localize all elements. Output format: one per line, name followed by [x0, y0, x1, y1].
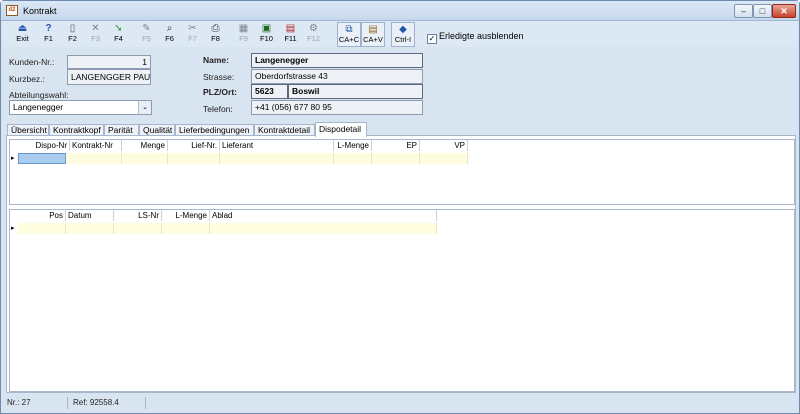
- customer-header: Kunden-Nr.: 1 Kurzbez.: LANGENGGER PAUL …: [5, 49, 797, 121]
- status-nr: Nr.: 27: [7, 398, 31, 407]
- f12-button[interactable]: ⚙ F12: [303, 22, 324, 47]
- toolbar: ⏏ Exit ? F1 ▯ F2 ✕ F3 ➘ F4 ✎ F5 ⌕ F6 ✂ F: [3, 21, 797, 47]
- status-separator: [67, 397, 68, 409]
- title-bar[interactable]: d2 Kontrakt – □ ✕: [1, 1, 799, 21]
- col-vp[interactable]: VP: [420, 140, 468, 151]
- kontrakt-nr-cell[interactable]: [66, 153, 122, 164]
- calendar-icon: ▤: [285, 23, 296, 34]
- kunden-nr-label: Kunden-Nr.:: [9, 57, 55, 67]
- dispodetail-panel: Dispo-Nr Kontrakt-Nr Menge Lief-Nr. Lief…: [6, 135, 796, 393]
- save-icon: ▣: [261, 23, 272, 34]
- kurzbez-field[interactable]: LANGENGGER PAUL: [67, 69, 151, 85]
- name-label: Name:: [203, 55, 229, 65]
- col-datum[interactable]: Datum: [66, 210, 114, 221]
- ablad-cell[interactable]: [210, 223, 437, 234]
- copy-button[interactable]: ⧉ CA+C: [337, 22, 361, 47]
- hide-done-checkbox[interactable]: ✓: [427, 34, 437, 44]
- f10-button[interactable]: ▣ F10: [256, 22, 277, 47]
- lieferant-cell[interactable]: [220, 153, 334, 164]
- exit-icon: ⏏: [17, 23, 28, 34]
- pos-cell[interactable]: [18, 223, 66, 234]
- abteilung-value: Langenegger: [13, 102, 64, 112]
- f11-button[interactable]: ▤ F11: [280, 22, 301, 47]
- abteilung-label: Abteilungswahl:: [9, 90, 69, 100]
- maximize-button[interactable]: □: [753, 4, 772, 18]
- row-pointer-icon: ▸: [11, 225, 15, 232]
- f7-button[interactable]: ✂ F7: [182, 22, 203, 47]
- col-ep[interactable]: EP: [372, 140, 420, 151]
- ep-cell[interactable]: [372, 153, 420, 164]
- window-title: Kontrakt: [23, 6, 57, 16]
- f9-button[interactable]: ▦ F9: [233, 22, 254, 47]
- f4-button[interactable]: ➘ F4: [108, 22, 129, 47]
- filter-icon: ▦: [238, 23, 249, 34]
- position-grid[interactable]: Pos Datum LS-Nr L-Menge Ablad ▸: [9, 209, 795, 392]
- edit-icon: ✎: [142, 23, 151, 34]
- f3-button[interactable]: ✕ F3: [85, 22, 106, 47]
- col-dispo-nr[interactable]: Dispo-Nr: [18, 140, 70, 151]
- app-icon: d2: [6, 5, 18, 16]
- col-ablad[interactable]: Ablad: [210, 210, 437, 221]
- col-lieferant[interactable]: Lieferant: [220, 140, 334, 151]
- close-button[interactable]: ✕: [772, 4, 796, 18]
- l-menge-cell[interactable]: [334, 153, 372, 164]
- strasse-field[interactable]: Oberdorfstrasse 43: [251, 69, 423, 84]
- telefon-field[interactable]: +41 (056) 677 80 95: [251, 100, 423, 115]
- exit-button[interactable]: ⏏ Exit: [12, 22, 33, 47]
- ort-field[interactable]: Boswil: [288, 84, 423, 99]
- menge-cell[interactable]: [122, 153, 168, 164]
- help-icon: ?: [45, 23, 52, 34]
- col-menge[interactable]: Menge: [122, 140, 168, 151]
- print-icon: ⎙: [211, 23, 220, 34]
- kurzbez-label: Kurzbez.:: [9, 74, 45, 84]
- kunden-nr-field[interactable]: 1: [67, 55, 151, 69]
- dispo-grid[interactable]: Dispo-Nr Kontrakt-Nr Menge Lief-Nr. Lief…: [9, 139, 795, 205]
- copy-icon: ⧉: [345, 24, 353, 35]
- f5-button[interactable]: ✎ F5: [136, 22, 157, 47]
- plz-field[interactable]: 5623: [251, 84, 288, 99]
- l-menge-pos-cell[interactable]: [162, 223, 210, 234]
- f2-button[interactable]: ▯ F2: [62, 22, 83, 47]
- tools-icon: ✂: [188, 23, 197, 34]
- plz-ort-label: PLZ/Ort:: [203, 87, 237, 97]
- delete-icon: ✕: [91, 23, 100, 34]
- lief-nr-cell[interactable]: [168, 153, 220, 164]
- paste-button[interactable]: ▤ CA+V: [361, 22, 385, 47]
- status-bar: Nr.: 27 Ref: 92558.4: [3, 394, 797, 412]
- col-kontrakt-nr[interactable]: Kontrakt-Nr: [70, 140, 122, 151]
- status-separator: [145, 397, 146, 409]
- search-icon: ⌕: [166, 23, 173, 34]
- col-l-menge[interactable]: L-Menge: [334, 140, 372, 151]
- col-ls-nr[interactable]: LS-Nr: [114, 210, 162, 221]
- info-button[interactable]: ◆ Ctrl-I: [391, 22, 415, 47]
- col-l-menge-pos[interactable]: L-Menge: [162, 210, 210, 221]
- status-ref: Ref: 92558.4: [73, 398, 119, 407]
- hide-done-label: Erledigte ausblenden: [439, 31, 524, 41]
- col-lief-nr[interactable]: Lief-Nr.: [168, 140, 220, 151]
- ls-nr-cell[interactable]: [114, 223, 162, 234]
- vp-cell[interactable]: [420, 153, 468, 164]
- dispo-nr-cell[interactable]: [18, 153, 66, 164]
- abteilung-select[interactable]: Langenegger ⌄: [9, 100, 152, 115]
- settings-icon: ⚙: [309, 23, 318, 34]
- kontrakt-window: d2 Kontrakt – □ ✕ ⏏ Exit ? F1 ▯ F2 ✕ F3 …: [0, 0, 800, 414]
- strasse-label: Strasse:: [203, 72, 235, 82]
- paste-icon: ▤: [368, 24, 378, 35]
- back-arrow-icon: ➘: [114, 23, 123, 34]
- col-pos[interactable]: Pos: [18, 210, 66, 221]
- info-icon: ◆: [399, 24, 407, 35]
- f6-button[interactable]: ⌕ F6: [159, 22, 180, 47]
- hide-done-option[interactable]: ✓ Erledigte ausblenden: [427, 31, 524, 44]
- tab-dispodetail[interactable]: Dispodetail: [315, 122, 367, 137]
- minimize-button[interactable]: –: [734, 4, 753, 18]
- datum-cell[interactable]: [66, 223, 114, 234]
- new-document-icon: ▯: [69, 23, 76, 34]
- f8-button[interactable]: ⎙ F8: [205, 22, 226, 47]
- name-field[interactable]: Langenegger: [251, 53, 423, 68]
- chevron-down-icon[interactable]: ⌄: [138, 101, 151, 114]
- telefon-label: Telefon:: [203, 104, 233, 114]
- row-pointer-icon: ▸: [11, 155, 15, 162]
- f1-button[interactable]: ? F1: [38, 22, 59, 47]
